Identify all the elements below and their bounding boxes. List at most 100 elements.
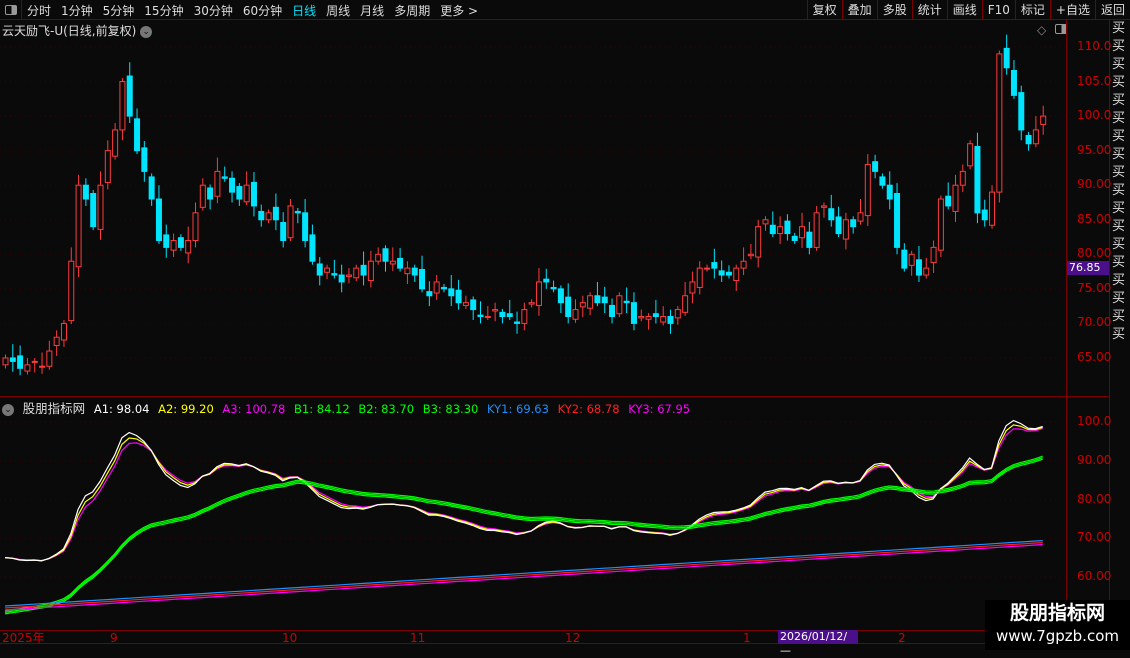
candle xyxy=(258,210,265,221)
candle xyxy=(31,360,38,363)
candle xyxy=(338,274,345,283)
candle xyxy=(704,267,711,270)
ky1-line xyxy=(4,540,1043,607)
pane-divider[interactable] xyxy=(0,396,1110,397)
candle xyxy=(170,239,177,251)
candle xyxy=(1010,69,1017,96)
candle xyxy=(280,222,287,241)
candle xyxy=(287,205,294,239)
candle xyxy=(272,206,279,221)
time-tick: 11 xyxy=(410,631,426,645)
chart-canvas[interactable] xyxy=(0,0,1066,630)
candle xyxy=(923,267,930,276)
candle xyxy=(389,260,396,265)
candle xyxy=(521,309,528,324)
candle xyxy=(623,300,630,304)
candle xyxy=(492,309,499,312)
candle xyxy=(90,192,97,228)
a1-line xyxy=(4,419,1043,562)
candle xyxy=(309,234,316,262)
chevron-down-icon[interactable]: ⌄ xyxy=(2,403,14,416)
indicator-name[interactable]: 股朋指标网 xyxy=(23,401,86,416)
candle xyxy=(872,161,879,172)
price-tick: 65.00 xyxy=(1077,349,1112,364)
b3-value: B3: 83.30 xyxy=(422,402,479,416)
indicator-tick: 100.0 xyxy=(1077,414,1112,428)
candle xyxy=(1032,129,1039,145)
candle xyxy=(609,304,616,317)
candle xyxy=(820,205,827,208)
candle xyxy=(682,295,689,313)
candle xyxy=(192,212,199,241)
candle xyxy=(959,170,966,186)
price-tick: 100.0 xyxy=(1077,108,1112,123)
candle xyxy=(470,299,477,311)
candle xyxy=(952,184,959,212)
candle xyxy=(974,146,981,214)
candle xyxy=(177,237,184,248)
candle xyxy=(937,198,944,251)
candle xyxy=(134,118,141,152)
candle xyxy=(97,184,104,230)
candle xyxy=(331,273,338,276)
candle xyxy=(404,267,411,275)
candle xyxy=(638,315,645,319)
candle xyxy=(806,231,813,248)
candle xyxy=(60,322,67,341)
candle xyxy=(324,267,331,273)
indicator-tick: 60.00 xyxy=(1077,569,1112,583)
candle xyxy=(915,259,922,276)
candle xyxy=(572,309,579,320)
candle xyxy=(46,350,53,367)
candle xyxy=(506,313,513,317)
candle xyxy=(550,286,557,290)
b3-line xyxy=(4,458,1043,615)
candle xyxy=(616,295,623,315)
candle xyxy=(148,176,155,200)
time-tick: 12 xyxy=(565,631,581,645)
right-info-column: 买买买买买买买买买买买买买买买买买买 xyxy=(1112,21,1126,342)
candle xyxy=(835,216,842,235)
candle xyxy=(645,315,652,320)
indicator-tick: 90.00 xyxy=(1077,452,1112,467)
candle xyxy=(82,184,89,200)
a3-line xyxy=(4,428,1043,562)
price-tick: 80.00 xyxy=(1077,246,1112,261)
candle xyxy=(53,336,60,347)
candle xyxy=(557,288,564,304)
b2-line xyxy=(4,457,1043,613)
time-tick: 1 xyxy=(743,631,751,645)
a2-line xyxy=(4,424,1043,562)
candle xyxy=(981,209,988,221)
candle xyxy=(163,234,170,248)
time-tick: 10 xyxy=(282,631,298,645)
candle xyxy=(375,253,382,262)
candle xyxy=(733,267,740,282)
candle xyxy=(440,286,447,290)
price-tick: 70.00 xyxy=(1077,315,1112,330)
candle xyxy=(397,257,404,269)
candle xyxy=(302,212,309,241)
candle xyxy=(711,262,718,269)
candle xyxy=(316,263,323,276)
candle xyxy=(367,260,374,282)
candle xyxy=(725,271,732,276)
candle xyxy=(674,309,681,319)
candle xyxy=(630,302,637,324)
candle xyxy=(419,269,426,290)
candle xyxy=(2,357,9,366)
candle xyxy=(1018,92,1025,131)
watermark-name: 股朋指标网 xyxy=(1009,602,1105,624)
tool-button[interactable]: 返回 xyxy=(1094,0,1130,20)
candle xyxy=(740,260,747,269)
candle xyxy=(850,219,857,228)
a3-value: A3: 100.78 xyxy=(222,402,286,416)
candle xyxy=(762,219,769,225)
candle xyxy=(126,75,133,117)
candle xyxy=(455,289,462,304)
watermark: 股朋指标网 www.7gpzb.com xyxy=(985,600,1130,650)
candle xyxy=(755,226,762,258)
candle xyxy=(901,249,908,269)
candle xyxy=(24,364,31,372)
candle xyxy=(945,195,952,207)
